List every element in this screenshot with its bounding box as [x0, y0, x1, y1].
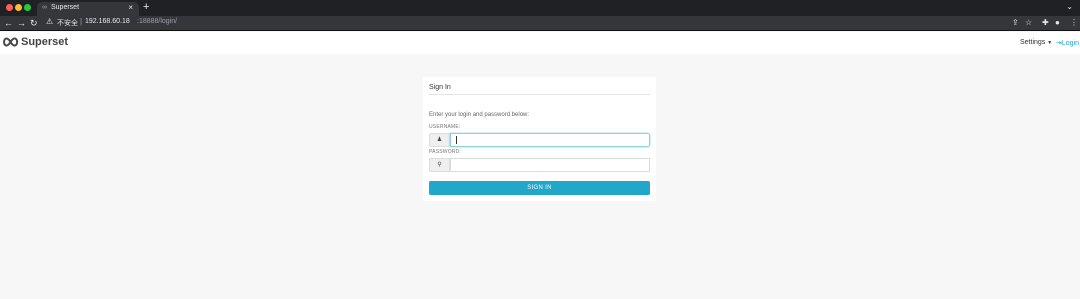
- warning-icon[interactable]: ⚠: [46, 17, 53, 26]
- browser-tab[interactable]: ∞ Superset ×: [37, 2, 139, 16]
- panel-title: Sign In: [429, 84, 451, 91]
- password-input[interactable]: [450, 158, 650, 172]
- text-cursor: [456, 136, 457, 144]
- tab-close-icon[interactable]: ×: [128, 3, 133, 12]
- share-icon[interactable]: ⇪: [1012, 17, 1019, 29]
- settings-label: Settings: [1020, 39, 1046, 46]
- login-prompt: Enter your login and password below:: [429, 112, 530, 118]
- new-tab-button[interactable]: +: [143, 1, 149, 13]
- maximize-window-button[interactable]: [24, 4, 31, 11]
- minimize-window-button[interactable]: [15, 4, 22, 11]
- login-panel: Sign In Enter your login and password be…: [423, 77, 656, 201]
- reload-icon[interactable]: ↻: [30, 17, 38, 29]
- username-input[interactable]: [450, 133, 650, 147]
- url-path: :18888/login/: [137, 18, 178, 25]
- browser-toolbar: ← → ↻ ⚠ 不安全 | 192.168.60.18 :18888/login…: [0, 16, 1080, 31]
- user-icon: ♟: [429, 133, 450, 147]
- profile-icon[interactable]: ●: [1055, 17, 1060, 29]
- close-window-button[interactable]: [6, 4, 13, 11]
- password-label: PASSWORD:: [429, 149, 461, 155]
- back-icon[interactable]: ←: [4, 17, 13, 29]
- url-separator: |: [80, 17, 83, 26]
- brand-name[interactable]: Superset: [21, 36, 68, 48]
- tab-title: Superset: [51, 4, 80, 11]
- app-navbar: Superset Settings ▼ ⇥Login: [0, 32, 1080, 54]
- forward-icon[interactable]: →: [17, 17, 26, 29]
- superset-logo-icon[interactable]: [2, 37, 19, 47]
- extensions-icon[interactable]: ✚: [1042, 17, 1049, 29]
- caret-down-icon: ▼: [1047, 40, 1053, 46]
- settings-menu[interactable]: Settings ▼: [1020, 39, 1052, 46]
- tab-search-icon[interactable]: ⌄: [1066, 2, 1073, 11]
- bookmark-star-icon[interactable]: ☆: [1025, 17, 1032, 29]
- browser-tab-bar: ∞ Superset × + ⌄: [0, 0, 1080, 16]
- login-label: Login: [1061, 40, 1080, 47]
- login-link[interactable]: ⇥Login: [1056, 39, 1079, 47]
- url-host: 192.168.60.18: [85, 18, 130, 25]
- favicon-icon: ∞: [42, 4, 47, 11]
- menu-icon[interactable]: ⋮: [1070, 17, 1078, 29]
- username-label: USERNAME:: [429, 124, 461, 130]
- address-bar[interactable]: ⚠ 不安全 | 192.168.60.18 :18888/login/: [40, 17, 1040, 29]
- key-icon: ⚲: [429, 158, 450, 172]
- insecure-label: 不安全: [57, 20, 78, 27]
- divider: [429, 94, 650, 95]
- sign-in-button[interactable]: SIGN IN: [429, 181, 650, 195]
